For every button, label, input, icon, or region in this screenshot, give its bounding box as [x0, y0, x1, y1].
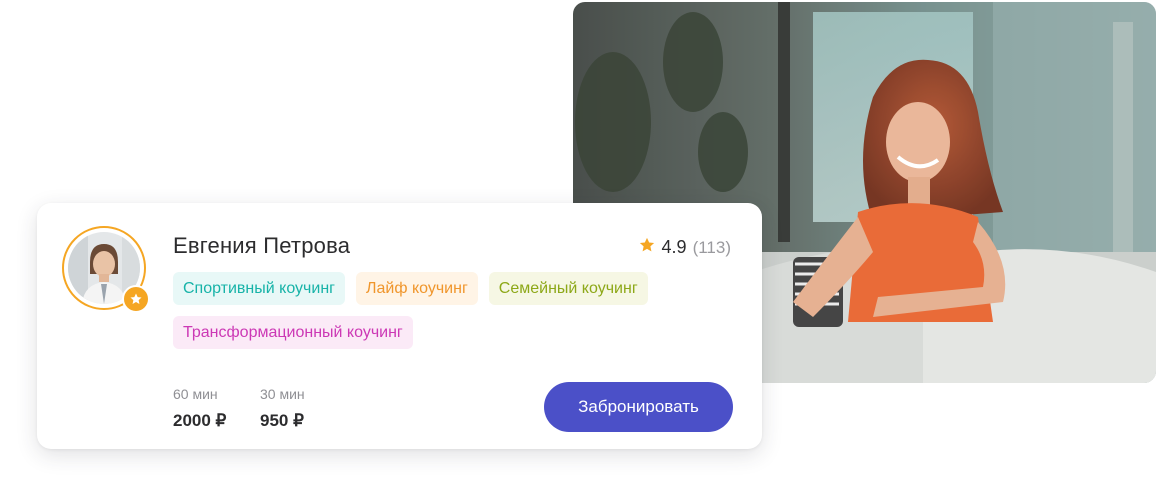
star-badge-icon: [122, 285, 150, 313]
book-button[interactable]: Забронировать: [544, 382, 733, 432]
specialty-tags: Спортивный коучинг Лайф коучинг Семейный…: [173, 272, 733, 349]
avatar[interactable]: [62, 226, 150, 313]
duration-label: 60 мин: [173, 386, 218, 402]
rating: 4.9 (113): [638, 236, 731, 259]
coach-card: Евгения Петрова 4.9 (113) Спортивный коу…: [37, 203, 762, 449]
tag-sport-coaching[interactable]: Спортивный коучинг: [173, 272, 345, 305]
price-value: 2000 ₽: [173, 411, 227, 430]
coach-name: Евгения Петрова: [173, 233, 351, 258]
tag-family-coaching[interactable]: Семейный коучинг: [488, 272, 648, 305]
price-option-30: 30 мин 950 ₽: [260, 386, 305, 431]
tag-transformational-coaching[interactable]: Трансформационный коучинг: [173, 316, 413, 349]
rating-score: 4.9: [661, 237, 687, 257]
price-option-60: 60 мин 2000 ₽: [173, 386, 226, 431]
tag-life-coaching[interactable]: Лайф коучинг: [356, 272, 478, 305]
price-value: 950 ₽: [260, 411, 304, 430]
star-icon: [638, 236, 656, 259]
rating-count: (113): [692, 237, 731, 257]
duration-label: 30 мин: [260, 386, 305, 402]
